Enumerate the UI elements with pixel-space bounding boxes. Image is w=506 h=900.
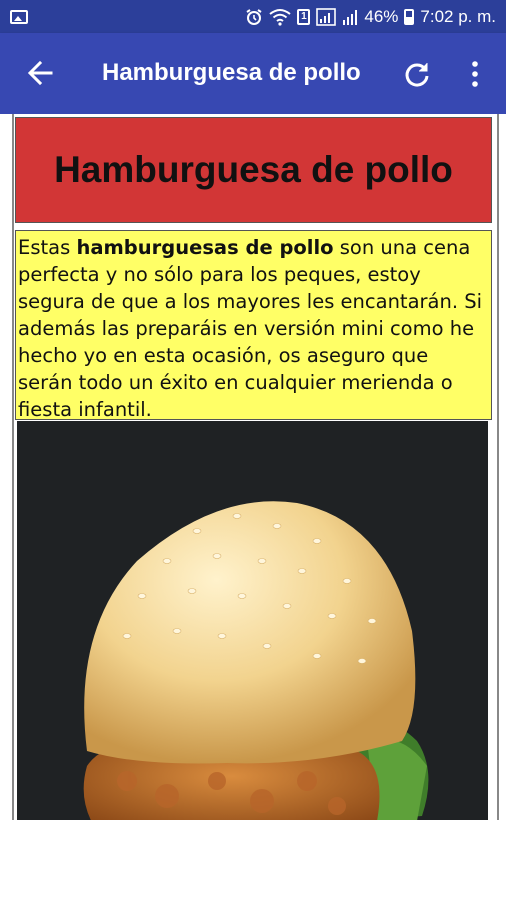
battery-icon — [404, 8, 415, 25]
page-heading: Hamburguesa de pollo — [54, 149, 453, 190]
more-vert-icon — [472, 61, 478, 87]
wifi-icon — [269, 8, 291, 26]
sim-icon: 1 — [297, 8, 311, 25]
intro-bold-text: hamburguesas de pollo — [76, 236, 334, 259]
signal-icon — [316, 7, 337, 26]
heading-cell: Hamburguesa de pollo — [15, 117, 492, 223]
intro-text: Estas — [18, 236, 77, 259]
app-title: Hamburguesa de pollo — [102, 59, 361, 86]
webview-content[interactable]: Hamburguesa de pollo Estas hamburguesas … — [0, 114, 506, 820]
refresh-button[interactable] — [398, 55, 436, 93]
back-arrow-icon — [27, 60, 53, 86]
intro-cell: Estas hamburguesas de pollo son una cena… — [15, 230, 492, 421]
more-options-button[interactable] — [458, 55, 492, 93]
signal-icon — [342, 8, 358, 26]
status-bar: 1 46% 7:02 p. m. — [0, 0, 506, 33]
burger-image — [17, 421, 488, 820]
app-bar: Hamburguesa de pollo — [0, 33, 506, 114]
intro-text-rest: son una cena perfecta y no sólo para los… — [18, 236, 483, 421]
image-icon — [10, 9, 28, 24]
alarm-icon — [245, 8, 263, 26]
back-button[interactable] — [22, 55, 58, 91]
battery-percentage: 46% — [364, 6, 399, 26]
burger-photo — [17, 421, 488, 820]
clock: 7:02 p. m. — [420, 6, 496, 26]
refresh-icon — [405, 63, 429, 87]
